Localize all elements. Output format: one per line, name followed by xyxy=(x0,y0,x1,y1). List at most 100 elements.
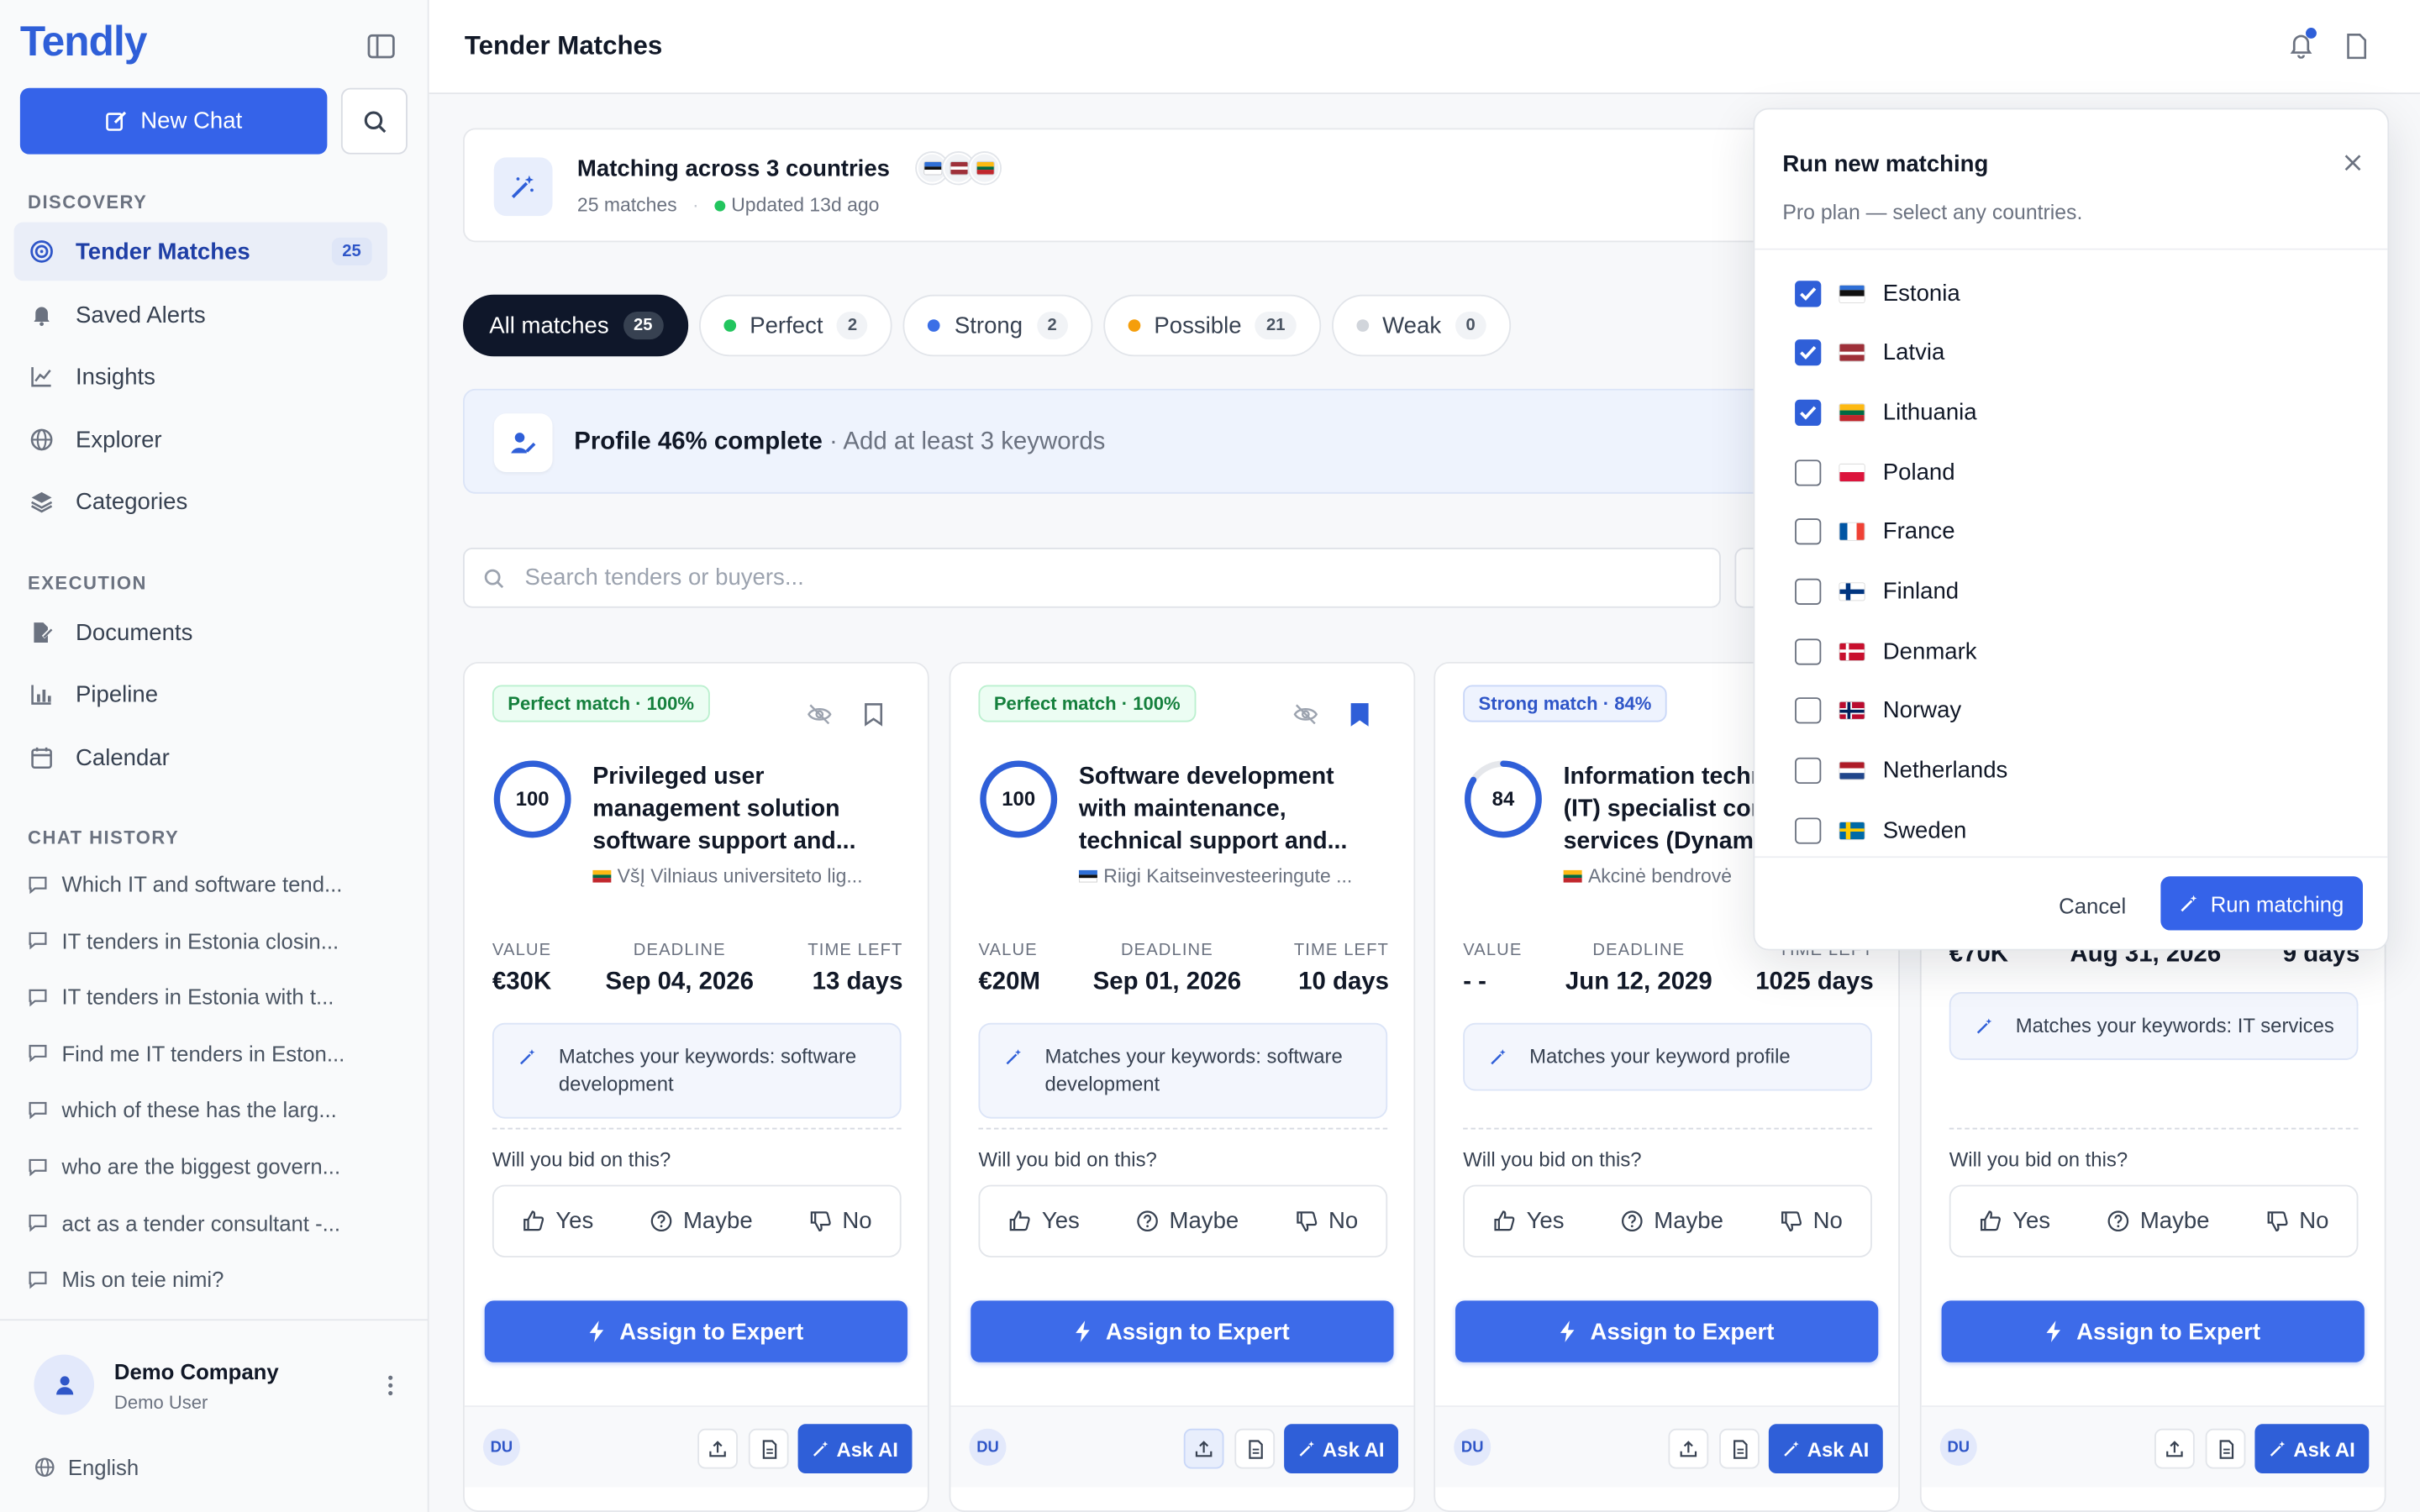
sidebar-item-saved-alerts[interactable]: Saved Alerts xyxy=(14,286,387,344)
new-chat-button[interactable]: New Chat xyxy=(19,87,328,155)
avatar[interactable]: DU xyxy=(969,1428,1007,1466)
run-matching-button[interactable]: Run matching xyxy=(2160,876,2363,931)
country-checkbox[interactable] xyxy=(1795,817,1822,844)
assign-to-expert-button[interactable]: Assign to Expert xyxy=(484,1300,908,1362)
country-option-norway[interactable]: Norway xyxy=(1795,696,1961,727)
country-checkbox[interactable] xyxy=(1795,518,1822,545)
country-checkbox[interactable] xyxy=(1795,578,1822,605)
filter-perfect[interactable]: Perfect 2 xyxy=(698,294,893,357)
tender-card[interactable]: Perfect match · 100% 100 Software developm… xyxy=(949,661,1416,1512)
country-option-poland[interactable]: Poland xyxy=(1795,457,1955,488)
tender-time-left: 10 days xyxy=(1298,969,1390,995)
upload-button[interactable] xyxy=(2154,1428,2195,1469)
sidebar-item-tender-matches[interactable]: Tender Matches 25 xyxy=(13,222,388,281)
sidebar-item-insights[interactable]: Insights xyxy=(14,347,387,406)
value-label: VALUE xyxy=(1463,941,1523,960)
filter-weak[interactable]: Weak 0 xyxy=(1331,294,1511,357)
country-option-france[interactable]: France xyxy=(1795,517,1955,548)
bid-maybe-button[interactable]: Maybe xyxy=(1135,1208,1239,1234)
filter-all-matches[interactable]: All matches 25 xyxy=(463,294,688,357)
ask-ai-button[interactable]: Ask AI xyxy=(797,1424,913,1474)
country-option-sweden[interactable]: Sweden xyxy=(1795,815,1966,846)
more-options-icon[interactable] xyxy=(387,1374,393,1396)
country-checkbox[interactable] xyxy=(1795,697,1822,725)
chat-history-item[interactable]: IT tenders in Estonia with t... xyxy=(28,984,375,1010)
chat-history-item[interactable]: Which IT and software tend... xyxy=(28,872,375,896)
country-option-estonia[interactable]: Estonia xyxy=(1795,278,1960,309)
chat-history-item[interactable]: who are the biggest govern... xyxy=(28,1154,375,1179)
assign-to-expert-button[interactable]: Assign to Expert xyxy=(1941,1300,2365,1362)
bid-maybe-button[interactable]: Maybe xyxy=(2106,1208,2210,1234)
document-button[interactable] xyxy=(748,1428,789,1469)
sidebar-item-calendar[interactable]: Calendar xyxy=(14,728,387,787)
search-button[interactable] xyxy=(340,87,408,155)
country-option-latvia[interactable]: Latvia xyxy=(1795,338,1944,369)
ask-ai-button[interactable]: Ask AI xyxy=(1284,1424,1399,1474)
bid-maybe-button[interactable]: Maybe xyxy=(650,1208,753,1234)
sidebar-item-documents[interactable]: Documents xyxy=(14,603,387,662)
filter-possible[interactable]: Possible 21 xyxy=(1102,294,1321,357)
document-button[interactable] xyxy=(1719,1428,1760,1469)
bookmark-icon[interactable] xyxy=(1349,702,1370,727)
document-button[interactable] xyxy=(2205,1428,2246,1469)
country-checkbox[interactable] xyxy=(1795,459,1822,486)
bookmark-icon[interactable] xyxy=(863,702,885,727)
hide-eye-icon[interactable] xyxy=(808,704,832,726)
country-checkbox[interactable] xyxy=(1795,638,1822,665)
bid-no-button[interactable]: No xyxy=(808,1208,872,1234)
app-logo[interactable]: Tendly xyxy=(20,18,148,66)
country-option-denmark[interactable]: Denmark xyxy=(1795,636,1977,667)
close-icon[interactable] xyxy=(2344,155,2361,171)
bid-yes-button[interactable]: Yes xyxy=(1492,1208,1565,1234)
document-icon[interactable] xyxy=(2344,33,2369,60)
assign-to-expert-button[interactable]: Assign to Expert xyxy=(1455,1300,1879,1362)
country-checkbox[interactable] xyxy=(1795,757,1822,785)
chat-history-item[interactable]: IT tenders in Estonia closin... xyxy=(28,928,375,953)
chat-history-item[interactable]: Find me IT tenders in Eston... xyxy=(28,1041,375,1066)
bid-maybe-button[interactable]: Maybe xyxy=(1620,1208,1723,1234)
ask-ai-button[interactable]: Ask AI xyxy=(1768,1424,1883,1474)
language-selector[interactable]: English xyxy=(34,1455,139,1479)
profile-completion-banner[interactable]: Profile 46% complete · Add at least 3 ke… xyxy=(463,388,1853,494)
country-checkbox[interactable] xyxy=(1795,280,1822,307)
avatar[interactable]: DU xyxy=(1939,1428,1977,1466)
tender-card[interactable]: Perfect match · 100% 100 Privileged user m… xyxy=(463,661,929,1512)
avatar[interactable]: DU xyxy=(482,1428,520,1466)
sidebar-item-pipeline[interactable]: Pipeline xyxy=(14,665,387,724)
hide-eye-icon[interactable] xyxy=(1293,704,1318,726)
search-input[interactable]: Search tenders or buyers... xyxy=(463,548,1721,608)
sidebar-item-categories[interactable]: Categories xyxy=(14,472,387,531)
chat-history-item[interactable]: Mis on teie nimi? xyxy=(28,1267,375,1292)
bid-no-button[interactable]: No xyxy=(1779,1208,1843,1234)
bid-yes-button[interactable]: Yes xyxy=(1007,1208,1080,1234)
chat-history-item[interactable]: act as a tender consultant -... xyxy=(28,1210,375,1235)
country-checkbox[interactable] xyxy=(1795,399,1822,426)
bid-no-button[interactable]: No xyxy=(1295,1208,1358,1234)
upload-button[interactable] xyxy=(1668,1428,1709,1469)
tender-title[interactable]: Software development with maintenance, t… xyxy=(1079,760,1387,858)
panel-subtitle: Pro plan — select any countries. xyxy=(1782,200,2083,224)
bid-options: Yes Maybe No xyxy=(1463,1184,1872,1257)
chat-history-item[interactable]: which of these has the larg... xyxy=(28,1098,375,1122)
assign-to-expert-button[interactable]: Assign to Expert xyxy=(971,1300,1394,1362)
country-checkbox[interactable] xyxy=(1795,339,1822,366)
filter-strong[interactable]: Strong 2 xyxy=(903,294,1092,357)
tender-title[interactable]: Privileged user management solution soft… xyxy=(592,760,901,858)
count-badge: 25 xyxy=(331,237,372,265)
avatar[interactable]: DU xyxy=(1454,1428,1491,1466)
bid-yes-button[interactable]: Yes xyxy=(522,1208,593,1234)
country-option-lithuania[interactable]: Lithuania xyxy=(1795,397,1977,428)
avatar[interactable] xyxy=(34,1354,95,1415)
ask-ai-button[interactable]: Ask AI xyxy=(2254,1424,2370,1474)
cancel-button[interactable]: Cancel xyxy=(2059,893,2126,917)
country-option-finland[interactable]: Finland xyxy=(1795,576,1959,607)
sidebar-item-explorer[interactable]: Explorer xyxy=(14,411,387,470)
upload-button[interactable] xyxy=(1183,1428,1224,1469)
thumbs-up-icon xyxy=(1979,1210,2002,1233)
bid-no-button[interactable]: No xyxy=(2265,1208,2328,1234)
upload-button[interactable] xyxy=(697,1428,738,1469)
bid-yes-button[interactable]: Yes xyxy=(1979,1208,2050,1234)
sidebar-toggle-icon[interactable] xyxy=(366,33,397,60)
document-button[interactable] xyxy=(1234,1428,1276,1469)
country-option-netherlands[interactable]: Netherlands xyxy=(1795,755,2007,786)
